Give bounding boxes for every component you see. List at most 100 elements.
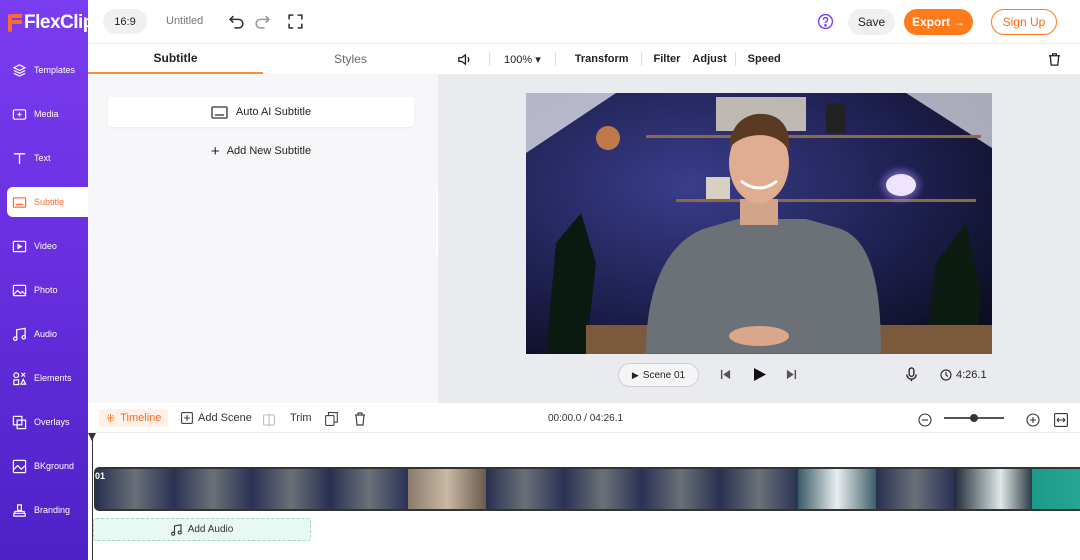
subtitle-box-icon bbox=[211, 105, 228, 119]
sidebar-item-audio[interactable]: Audio bbox=[0, 312, 88, 356]
tab-subtitle[interactable]: Subtitle bbox=[88, 44, 263, 74]
clock-icon bbox=[940, 369, 952, 381]
trash-icon[interactable] bbox=[1047, 52, 1062, 67]
video-track[interactable] bbox=[94, 467, 1080, 511]
delete-scene-icon[interactable] bbox=[354, 410, 366, 428]
help-icon[interactable] bbox=[817, 13, 834, 30]
skip-forward-icon[interactable] bbox=[786, 369, 797, 380]
trim-button[interactable]: Trim bbox=[290, 409, 312, 427]
sidebar-item-overlays[interactable]: Overlays bbox=[0, 400, 88, 444]
duplicate-icon[interactable] bbox=[325, 410, 338, 428]
clip-thumbnail bbox=[954, 469, 1032, 509]
sidebar-item-media[interactable]: Media bbox=[0, 92, 88, 136]
filter-button[interactable]: Filter bbox=[642, 53, 693, 65]
volume-icon[interactable] bbox=[457, 52, 472, 67]
export-button[interactable]: Export → bbox=[904, 9, 973, 35]
playhead[interactable] bbox=[88, 433, 96, 560]
zoom-in-icon[interactable] bbox=[1026, 411, 1040, 429]
timeline-button[interactable]: ⁜ Timeline bbox=[99, 409, 169, 427]
clip-thumbnail bbox=[1032, 469, 1080, 509]
toolbar-divider bbox=[489, 52, 490, 66]
sidebar-item-label: Overlays bbox=[34, 417, 70, 427]
auto-ai-label: Auto AI Subtitle bbox=[235, 106, 312, 118]
clip-thumbnail bbox=[564, 469, 642, 509]
arrow-right-icon: → bbox=[953, 15, 965, 29]
timeline-timecode: 00:00.0 / 04:26.1 bbox=[548, 413, 624, 424]
add-audio-label: Add Audio bbox=[187, 524, 234, 535]
auto-ai-subtitle-button[interactable]: Auto AI Subtitle bbox=[108, 97, 414, 127]
microphone-icon[interactable] bbox=[905, 367, 918, 382]
video-preview[interactable] bbox=[526, 93, 992, 354]
chevron-down-icon: ▾ bbox=[532, 53, 541, 66]
skip-back-icon[interactable] bbox=[720, 369, 731, 380]
adjust-button[interactable]: Adjust bbox=[692, 53, 738, 65]
clip-thumbnail bbox=[876, 469, 954, 509]
sidebar-item-label: Templates bbox=[34, 65, 76, 75]
add-audio-button[interactable]: Add Audio bbox=[93, 518, 311, 541]
sidebar-item-subtitle[interactable]: Subtitle bbox=[7, 187, 88, 217]
clip-thumbnail bbox=[642, 469, 720, 509]
add-scene-label: Add Scene bbox=[198, 412, 252, 424]
top-bar: 16:9 Untitled Save Export → Sign Up bbox=[88, 0, 1080, 44]
transform-button[interactable]: Transform bbox=[563, 53, 641, 65]
undo-icon[interactable] bbox=[228, 13, 245, 30]
redo-icon[interactable] bbox=[254, 13, 271, 30]
timeline-zoom-handle[interactable] bbox=[970, 414, 978, 422]
plus-icon: + bbox=[210, 142, 220, 160]
toolbar-divider bbox=[554, 52, 556, 66]
sidebar-item-photo[interactable]: Photo bbox=[0, 268, 88, 312]
clip-thumbnail bbox=[798, 469, 876, 509]
sidebar-item-label: Elements bbox=[34, 373, 72, 383]
sidebar-item-video[interactable]: Video bbox=[0, 224, 88, 268]
logo-text: FlexClip bbox=[24, 12, 94, 33]
video-frame-image bbox=[526, 93, 992, 354]
split-icon[interactable] bbox=[263, 411, 275, 429]
sidebar-item-text[interactable]: Text bbox=[0, 136, 88, 180]
project-title[interactable]: Untitled bbox=[166, 15, 203, 27]
photo-icon bbox=[12, 284, 27, 296]
branding-icon bbox=[13, 503, 26, 517]
elements-icon bbox=[13, 371, 27, 385]
fullscreen-icon[interactable] bbox=[287, 13, 304, 30]
duration-value: 4:26.1 bbox=[956, 369, 987, 381]
clip-thumbnail bbox=[330, 469, 408, 509]
sidebar-item-templates[interactable]: Templates bbox=[0, 48, 88, 92]
sidebar-item-label: Media bbox=[34, 109, 59, 119]
play-icon[interactable] bbox=[753, 367, 767, 382]
sidebar-item-background[interactable]: BKground bbox=[0, 444, 88, 488]
sidebar-item-label: Subtitle bbox=[34, 197, 65, 207]
panel-tabs: Subtitle Styles bbox=[88, 44, 438, 74]
flexclip-logo[interactable]: FlexClip bbox=[8, 10, 94, 36]
sidebar-item-label: Text bbox=[34, 153, 51, 163]
sidebar-item-label: BKground bbox=[34, 461, 75, 471]
background-icon bbox=[12, 459, 27, 473]
timeline-area: 01 Add Audio bbox=[88, 433, 1080, 560]
clip-thumbnail bbox=[96, 469, 174, 509]
scene-label: Scene 01 bbox=[642, 369, 686, 381]
clip-thumbnail bbox=[720, 469, 798, 509]
aspect-ratio-button[interactable]: 16:9 bbox=[103, 9, 147, 34]
timeline-toolbar: ⁜ Timeline Add Scene Trim 00:00.0 / 04:2… bbox=[88, 403, 1080, 433]
timeline-label: Timeline bbox=[120, 412, 162, 424]
zoom-value: 100% bbox=[504, 53, 533, 66]
music-note-icon bbox=[170, 523, 182, 536]
zoom-select[interactable]: 100% ▾ bbox=[504, 53, 541, 66]
save-button[interactable]: Save bbox=[848, 9, 895, 35]
scene-selector-button[interactable]: ▶ Scene 01 bbox=[618, 363, 699, 387]
speed-button[interactable]: Speed bbox=[736, 53, 793, 65]
sidebar-item-branding[interactable]: Branding bbox=[0, 488, 88, 532]
fit-timeline-icon[interactable] bbox=[1054, 411, 1068, 429]
sidebar-item-label: Photo bbox=[34, 285, 58, 295]
sign-up-button[interactable]: Sign Up bbox=[991, 9, 1057, 35]
play-small-icon: ▶ bbox=[631, 369, 639, 380]
add-new-subtitle-label: Add New Subtitle bbox=[226, 145, 312, 157]
add-new-subtitle-button[interactable]: + Add New Subtitle bbox=[108, 142, 414, 160]
tab-styles[interactable]: Styles bbox=[263, 44, 438, 74]
zoom-out-icon[interactable] bbox=[918, 411, 932, 429]
sidebar-item-elements[interactable]: Elements bbox=[0, 356, 88, 400]
flexclip-logo-mark bbox=[8, 14, 23, 32]
preview-area: 100% ▾ Transform Filter Adjust Speed ▶ S… bbox=[438, 44, 1080, 403]
scene-number-badge: 01 bbox=[95, 471, 106, 481]
clip-thumbnail bbox=[408, 469, 486, 509]
add-scene-button[interactable]: Add Scene bbox=[181, 409, 252, 427]
